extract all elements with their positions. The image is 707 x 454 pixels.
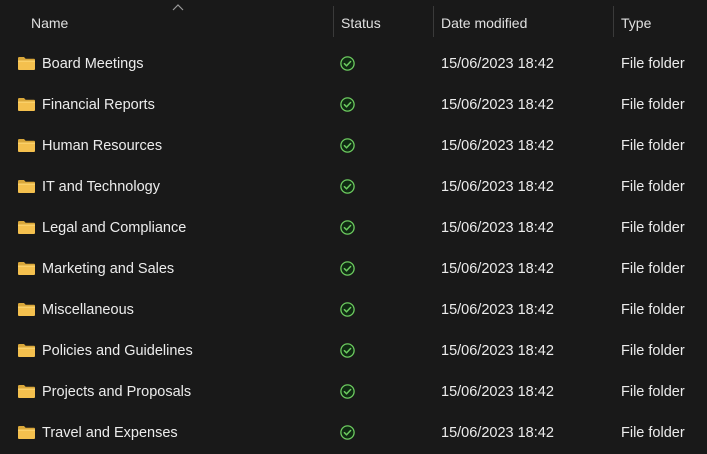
folder-icon — [17, 56, 36, 71]
file-type: File folder — [621, 138, 685, 154]
file-type: File folder — [621, 97, 685, 113]
synced-check-icon — [340, 425, 355, 440]
folder-icon — [17, 343, 36, 358]
table-row[interactable]: Human Resources 15/06/2023 18:42 File fold… — [0, 126, 707, 167]
column-header-bar: Name Status Date modified Type — [0, 0, 707, 44]
table-row[interactable]: Board Meetings 15/06/2023 18:42 File folde… — [0, 44, 707, 85]
folder-icon — [17, 97, 36, 112]
file-name: Policies and Guidelines — [42, 343, 193, 359]
folder-icon — [17, 425, 36, 440]
table-row[interactable]: Projects and Proposals 15/06/2023 18:42 Fi… — [0, 372, 707, 413]
folder-icon — [17, 384, 36, 399]
column-header-name[interactable]: Name — [31, 0, 68, 44]
file-name: Travel and Expenses — [42, 425, 178, 441]
synced-check-icon — [340, 261, 355, 276]
date-modified: 15/06/2023 18:42 — [441, 384, 554, 400]
file-name: Projects and Proposals — [42, 384, 192, 400]
column-header-date-modified-label: Date modified — [441, 15, 528, 31]
synced-check-icon — [340, 302, 355, 317]
file-type: File folder — [621, 302, 685, 318]
file-type: File folder — [621, 220, 685, 236]
column-header-status-label: Status — [341, 15, 381, 31]
column-resize-handle[interactable] — [433, 6, 434, 37]
folder-icon — [17, 302, 36, 317]
file-name: Miscellaneous — [42, 302, 134, 318]
table-row[interactable]: Miscellaneous 15/06/2023 18:42 File folder — [0, 290, 707, 331]
synced-check-icon — [340, 97, 355, 112]
file-type: File folder — [621, 425, 685, 441]
column-header-name-label: Name — [31, 15, 69, 31]
table-row[interactable]: Marketing and Sales 15/06/2023 18:42 File … — [0, 249, 707, 290]
date-modified: 15/06/2023 18:42 — [441, 220, 554, 236]
date-modified: 15/06/2023 18:42 — [441, 179, 554, 195]
date-modified: 15/06/2023 18:42 — [441, 302, 554, 318]
file-name: Board Meetings — [42, 56, 144, 72]
synced-check-icon — [340, 343, 355, 358]
file-name: Marketing and Sales — [42, 261, 175, 277]
file-type: File folder — [621, 384, 685, 400]
date-modified: 15/06/2023 18:42 — [441, 425, 554, 441]
table-row[interactable]: Legal and Compliance 15/06/2023 18:42 File… — [0, 208, 707, 249]
date-modified: 15/06/2023 18:42 — [441, 56, 554, 72]
column-resize-handle[interactable] — [613, 6, 614, 37]
synced-check-icon — [340, 138, 355, 153]
file-type: File folder — [621, 179, 685, 195]
column-header-type[interactable]: Type — [621, 0, 651, 44]
synced-check-icon — [340, 384, 355, 399]
date-modified: 15/06/2023 18:42 — [441, 138, 554, 154]
file-list: Board Meetings 15/06/2023 18:42 File folde… — [0, 44, 707, 454]
table-row[interactable]: IT and Technology 15/06/2023 18:42 File fo… — [0, 167, 707, 208]
column-header-date-modified[interactable]: Date modified — [441, 0, 527, 44]
folder-icon — [17, 261, 36, 276]
folder-icon — [17, 220, 36, 235]
date-modified: 15/06/2023 18:42 — [441, 343, 554, 359]
file-type: File folder — [621, 56, 685, 72]
file-type: File folder — [621, 343, 685, 359]
synced-check-icon — [340, 220, 355, 235]
table-row[interactable]: Travel and Expenses 15/06/2023 18:42 File … — [0, 413, 707, 454]
folder-icon — [17, 179, 36, 194]
table-row[interactable]: Financial Reports 15/06/2023 18:42 File fo… — [0, 85, 707, 126]
file-name: Human Resources — [42, 138, 163, 154]
file-type: File folder — [621, 261, 685, 277]
folder-icon — [17, 138, 36, 153]
column-header-type-label: Type — [621, 15, 652, 31]
file-name: Financial Reports — [42, 97, 155, 113]
file-name: IT and Technology — [42, 179, 160, 195]
synced-check-icon — [340, 179, 355, 194]
sort-ascending-icon[interactable] — [172, 3, 184, 11]
date-modified: 15/06/2023 18:42 — [441, 97, 554, 113]
table-row[interactable]: Policies and Guidelines 15/06/2023 18:42 F… — [0, 331, 707, 372]
date-modified: 15/06/2023 18:42 — [441, 261, 554, 277]
synced-check-icon — [340, 56, 355, 71]
file-name: Legal and Compliance — [42, 220, 187, 236]
column-header-status[interactable]: Status — [341, 0, 381, 44]
column-resize-handle[interactable] — [333, 6, 334, 37]
